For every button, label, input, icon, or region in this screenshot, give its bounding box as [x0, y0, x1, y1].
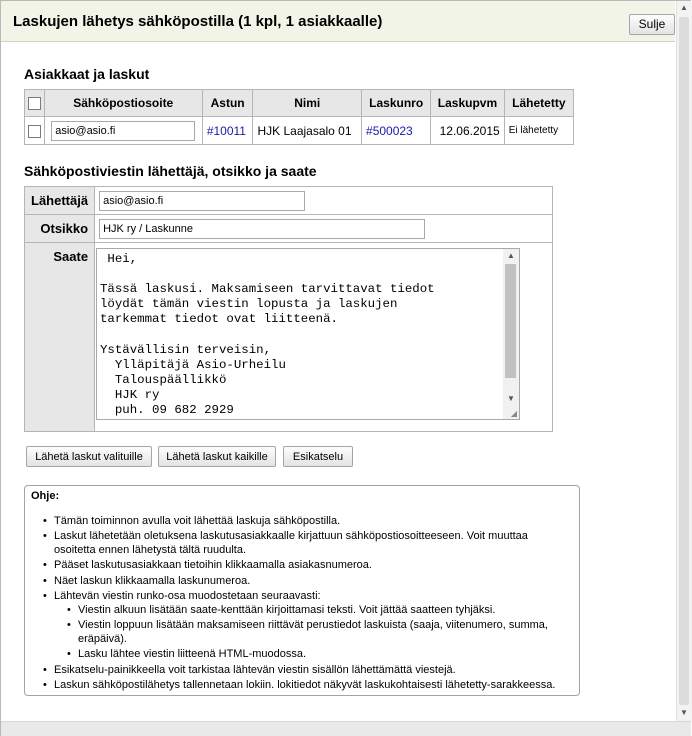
subject-cell — [94, 214, 553, 243]
send-all-button[interactable]: Lähetä laskut kaikille — [158, 446, 276, 467]
customer-no-cell: #10011 — [201, 116, 254, 145]
invoice-date-cell: 12.06.2015 — [430, 116, 505, 145]
help-item-body-composition: Lähtevän viestin runko-osa muodostetaan … — [25, 590, 565, 662]
help-item: Laskut lähetetään oletuksena laskutusasi… — [25, 530, 565, 557]
scroll-up-icon[interactable]: ▲ — [680, 4, 688, 12]
invoices-table: Sähköpostiosoite Astun Nimi Laskunro Las… — [24, 89, 575, 145]
column-sent: Lähetetty — [503, 89, 575, 117]
column-email: Sähköpostiosoite — [43, 89, 203, 117]
page-vertical-scrollbar[interactable]: ▲ ▼ — [676, 1, 692, 721]
subject-label: Otsikko — [23, 214, 96, 243]
message-body-textarea[interactable]: Hei, Tässä laskusi. Maksamiseen tarvitta… — [96, 248, 520, 420]
sent-status-cell: Ei lähetetty — [503, 116, 575, 145]
help-subitem: Viestin alkuun lisätään saate-kenttään k… — [54, 604, 565, 618]
help-sublist: Viestin alkuun lisätään saate-kenttään k… — [54, 604, 565, 662]
preview-button[interactable]: Esikatselu — [283, 446, 353, 467]
textarea-scrollbar[interactable]: ▲ ▼ — [503, 249, 519, 419]
send-selected-button[interactable]: Lähetä laskut valituille — [26, 446, 152, 467]
textarea-scroll-down-icon[interactable]: ▼ — [507, 395, 515, 403]
customer-name-cell: HJK Laajasalo 01 — [252, 116, 363, 145]
help-item: Näet laskun klikkaamalla laskunumeroa. — [25, 575, 565, 589]
message-section-title: Sähköpostiviestin lähettäjä, otsikko ja … — [24, 163, 317, 179]
help-title: Ohje: — [31, 490, 60, 502]
invoice-number-link[interactable]: #500023 — [366, 124, 413, 138]
close-button[interactable]: Sulje — [629, 14, 675, 35]
body-label: Saate — [23, 242, 96, 432]
column-invoice-no: Laskunro — [361, 89, 432, 117]
customer-number-link[interactable]: #10011 — [207, 124, 246, 138]
subject-input[interactable] — [99, 218, 426, 239]
help-item-text: Lähtevän viestin runko-osa muodostetaan … — [54, 590, 321, 603]
column-customer-no: Astun — [201, 89, 254, 117]
column-name: Nimi — [252, 89, 363, 117]
column-invoice-date: Laskupvm — [430, 89, 505, 117]
select-all-checkbox[interactable] — [27, 97, 41, 111]
invoices-table-header: Sähköpostiosoite Astun Nimi Laskunro Las… — [24, 89, 575, 117]
help-subitem: Viestin loppuun lisätään maksamiseen rii… — [54, 619, 565, 646]
textarea-scroll-up-icon[interactable]: ▲ — [507, 252, 515, 260]
help-item: Tämän toiminnon avulla voit lähettää las… — [25, 515, 565, 529]
help-subitem: Lasku lähtee viestin liitteenä HTML-muod… — [54, 648, 565, 662]
help-item: Pääset laskutusasiakkaan tietoihin klikk… — [25, 559, 565, 573]
scrollbar-thumb[interactable] — [679, 17, 689, 705]
scroll-down-icon[interactable]: ▼ — [680, 709, 688, 717]
sender-label: Lähettäjä — [23, 186, 96, 215]
sender-input[interactable] — [99, 190, 306, 211]
help-box: Ohje: Tämän toiminnon avulla voit lähett… — [24, 485, 580, 696]
row-select-cell — [24, 116, 45, 145]
textarea-scrollbar-thumb[interactable] — [505, 264, 516, 378]
table-row: #10011 HJK Laajasalo 01 #500023 12.06.20… — [24, 116, 575, 145]
email-cell — [43, 116, 203, 145]
dialog-title-bar: Laskujen lähetys sähköpostilla (1 kpl, 1… — [1, 1, 675, 42]
help-item: Laskun sähköpostilähetys tallennetaan lo… — [25, 679, 565, 693]
message-body-text: Hei, Tässä laskusi. Maksamiseen tarvitta… — [100, 252, 435, 417]
customers-section-title: Asiakkaat ja laskut — [24, 66, 150, 82]
invoice-no-cell: #500023 — [361, 116, 432, 145]
select-all-cell — [24, 89, 45, 117]
page-horizontal-scrollbar[interactable] — [1, 721, 691, 736]
help-list: Tämän toiminnon avulla voit lähettää las… — [25, 515, 565, 694]
row-email-input[interactable] — [51, 120, 196, 141]
dialog-title: Laskujen lähetys sähköpostilla (1 kpl, 1… — [13, 13, 383, 30]
sender-cell — [94, 186, 553, 215]
resize-handle-icon[interactable]: ◢ — [511, 409, 517, 418]
help-item: Esikatselu-painikkeella voit tarkistaa l… — [25, 664, 565, 678]
row-select-checkbox[interactable] — [27, 124, 41, 138]
